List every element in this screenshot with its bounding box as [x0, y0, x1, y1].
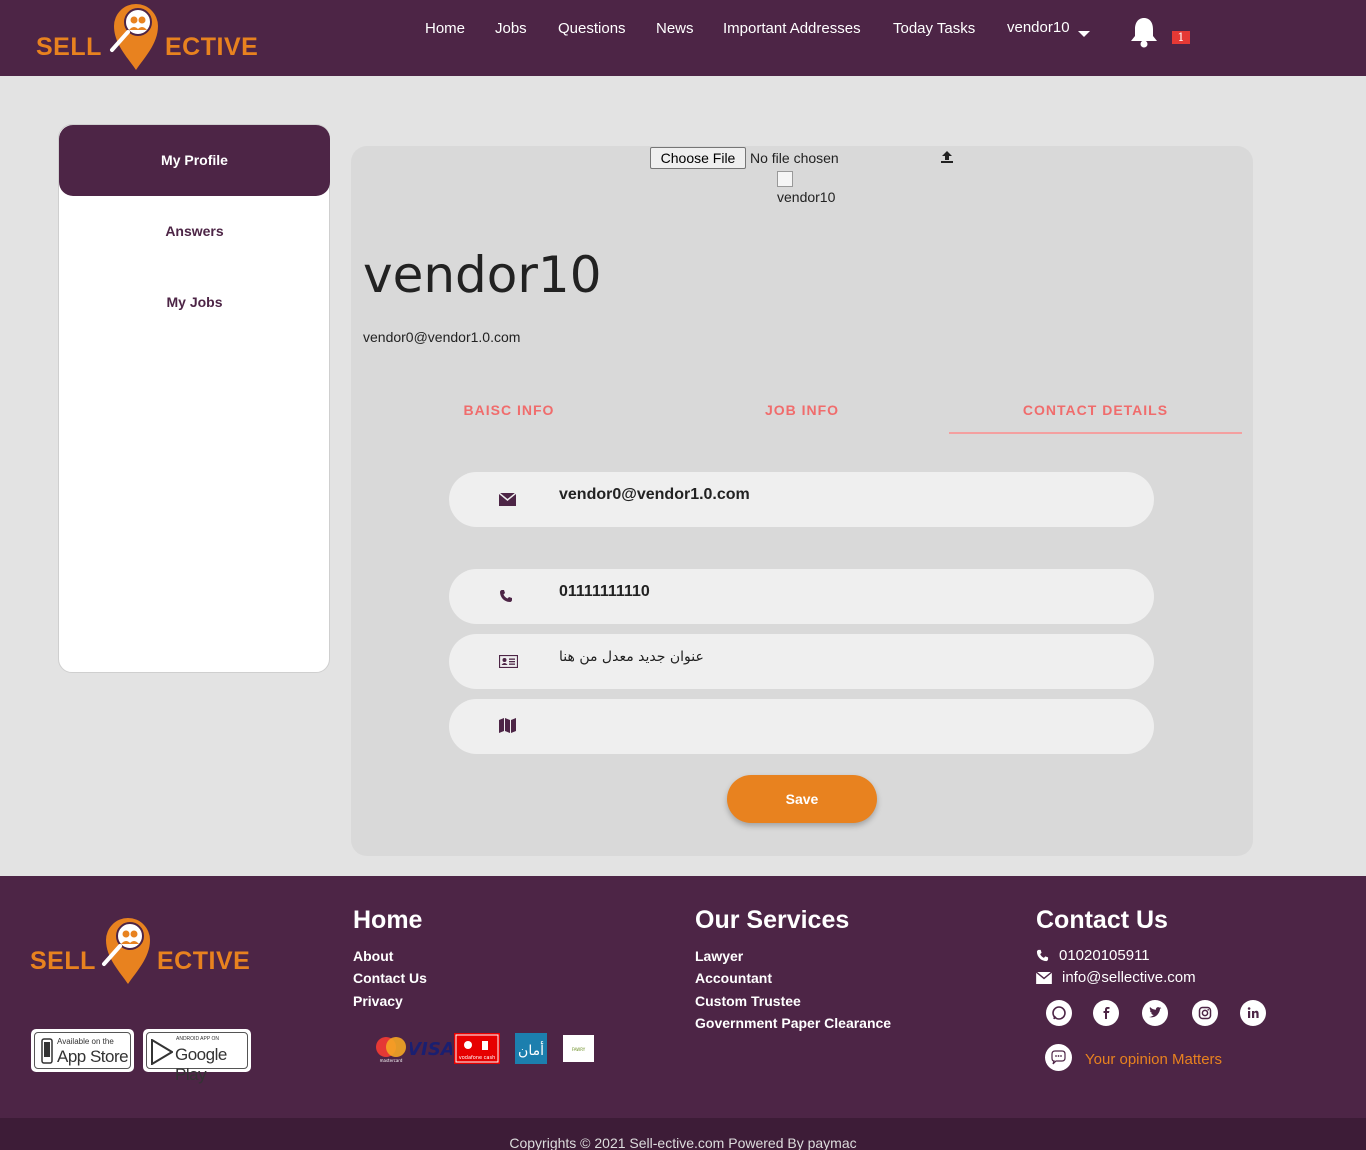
email-value: vendor0@vendor1.0.com [559, 486, 750, 503]
play-triangle-icon [151, 1039, 173, 1065]
envelope-icon [1036, 972, 1052, 984]
file-status-text: No file chosen [750, 150, 839, 166]
aman-logo: أمان [515, 1033, 547, 1064]
facebook-icon[interactable] [1093, 1000, 1119, 1026]
instagram-icon[interactable] [1192, 1000, 1218, 1026]
nav-today-tasks[interactable]: Today Tasks [893, 20, 975, 37]
footer-link-lawyer[interactable]: Lawyer [695, 948, 743, 964]
nav-questions[interactable]: Questions [558, 20, 626, 37]
avatar-alt-text: vendor10 [777, 189, 836, 205]
visa-logo: VISA [410, 1039, 452, 1060]
footer-link-accountant[interactable]: Accountant [695, 970, 772, 986]
address-field[interactable]: عنوان جديد معدل من هنا [449, 634, 1154, 689]
phone-value: 01111111110 [559, 583, 650, 600]
nav-home[interactable]: Home [425, 20, 465, 37]
nav-jobs[interactable]: Jobs [495, 20, 527, 37]
copyright-text: Copyrights © 2021 Sell-ective.com Powere… [509, 1135, 857, 1150]
profile-email: vendor0@vendor1.0.com [363, 329, 521, 345]
user-menu-toggle[interactable]: vendor10 [1007, 19, 1070, 36]
map-icon [499, 718, 516, 733]
svg-text:vodafone cash: vodafone cash [459, 1055, 496, 1061]
vodafone-cash-logo: vodafone cash [454, 1033, 500, 1064]
svg-text:أمان: أمان [518, 1041, 544, 1059]
footer-link-government-paper-clearance[interactable]: Government Paper Clearance [695, 1015, 891, 1031]
footer-phone[interactable]: 01020105911 [1059, 947, 1150, 964]
logo-pin-icon [110, 4, 158, 70]
tab-basic-info[interactable]: BAISC INFO [409, 402, 609, 418]
sellective-logo[interactable]: SELL ECTIVE [36, 0, 266, 72]
footer-logo-pin-icon [102, 918, 150, 984]
app-store-badge[interactable]: Available on the App Store [31, 1029, 134, 1072]
profile-sidebar: My Profile Answers My Jobs [58, 124, 330, 673]
upload-icon[interactable] [940, 150, 954, 164]
footer-logo-text-right: ECTIVE [157, 947, 251, 975]
tab-contact-details[interactable]: CONTACT DETAILS [949, 402, 1242, 418]
phone-device-icon [41, 1038, 53, 1064]
svg-text:FAWRY: FAWRY [572, 1047, 586, 1052]
nav-important-addresses[interactable]: Important Addresses [723, 20, 861, 37]
app-store-big-text: App Store [57, 1047, 129, 1066]
notification-badge: 1 [1172, 31, 1190, 44]
footer-link-custom-trustee[interactable]: Custom Trustee [695, 993, 801, 1009]
svg-text:mastercard: mastercard [380, 1058, 403, 1063]
choose-file-button[interactable]: Choose File [650, 147, 746, 169]
footer-home-heading: Home [353, 906, 423, 934]
footer-logo[interactable]: SELL ECTIVE [30, 914, 260, 986]
logo-text-right: ECTIVE [165, 33, 259, 61]
fawry-logo: FAWRY [563, 1035, 594, 1062]
save-button[interactable]: Save [727, 775, 877, 823]
profile-name: vendor10 [363, 246, 602, 304]
sidebar-item-answers[interactable]: Answers [59, 223, 330, 239]
chat-bubble-icon[interactable] [1045, 1044, 1072, 1071]
footer-link-privacy[interactable]: Privacy [353, 993, 403, 1009]
google-play-badge[interactable]: ANDROID APP ON Google Play [143, 1029, 251, 1084]
bell-icon[interactable] [1129, 16, 1159, 48]
phone-icon [1036, 949, 1049, 962]
footer-email[interactable]: info@sellective.com [1062, 969, 1196, 986]
address-value: عنوان جديد معدل من هنا [559, 649, 704, 665]
whatsapp-icon[interactable] [1046, 1000, 1072, 1026]
email-field[interactable]: vendor0@vendor1.0.com [449, 472, 1154, 527]
sidebar-item-my-jobs[interactable]: My Jobs [59, 294, 330, 310]
opinion-link[interactable]: Your opinion Matters [1085, 1051, 1222, 1068]
active-tab-indicator [949, 432, 1242, 434]
address-card-icon [499, 655, 518, 668]
footer-link-contact-us[interactable]: Contact Us [353, 970, 427, 986]
twitter-icon[interactable] [1142, 1000, 1168, 1026]
linkedin-icon[interactable] [1240, 1000, 1266, 1026]
map-location-field[interactable] [449, 699, 1154, 754]
sidebar-item-my-profile[interactable]: My Profile [59, 125, 330, 196]
app-store-small-text: Available on the [57, 1037, 114, 1046]
phone-field[interactable]: 01111111110 [449, 569, 1154, 624]
envelope-icon [499, 493, 516, 506]
logo-text-left: SELL [36, 33, 102, 61]
mastercard-logo: mastercard [372, 1033, 410, 1064]
footer-services-heading: Our Services [695, 906, 850, 934]
nav-news[interactable]: News [656, 20, 694, 37]
phone-icon [500, 590, 512, 602]
google-play-small-text: ANDROID APP ON [176, 1036, 219, 1042]
tab-job-info[interactable]: JOB INFO [702, 402, 902, 418]
footer-contact-heading: Contact Us [1036, 906, 1168, 934]
top-navbar: SELL ECTIVE Home Jobs Questions News Imp… [0, 0, 1366, 76]
avatar-image [777, 171, 793, 187]
google-play-big-text: Google Play [175, 1045, 227, 1084]
chevron-down-icon[interactable] [1078, 31, 1090, 37]
footer-logo-text-left: SELL [30, 947, 96, 975]
svg-text:VISA: VISA [410, 1039, 452, 1060]
footer-link-about[interactable]: About [353, 948, 393, 964]
